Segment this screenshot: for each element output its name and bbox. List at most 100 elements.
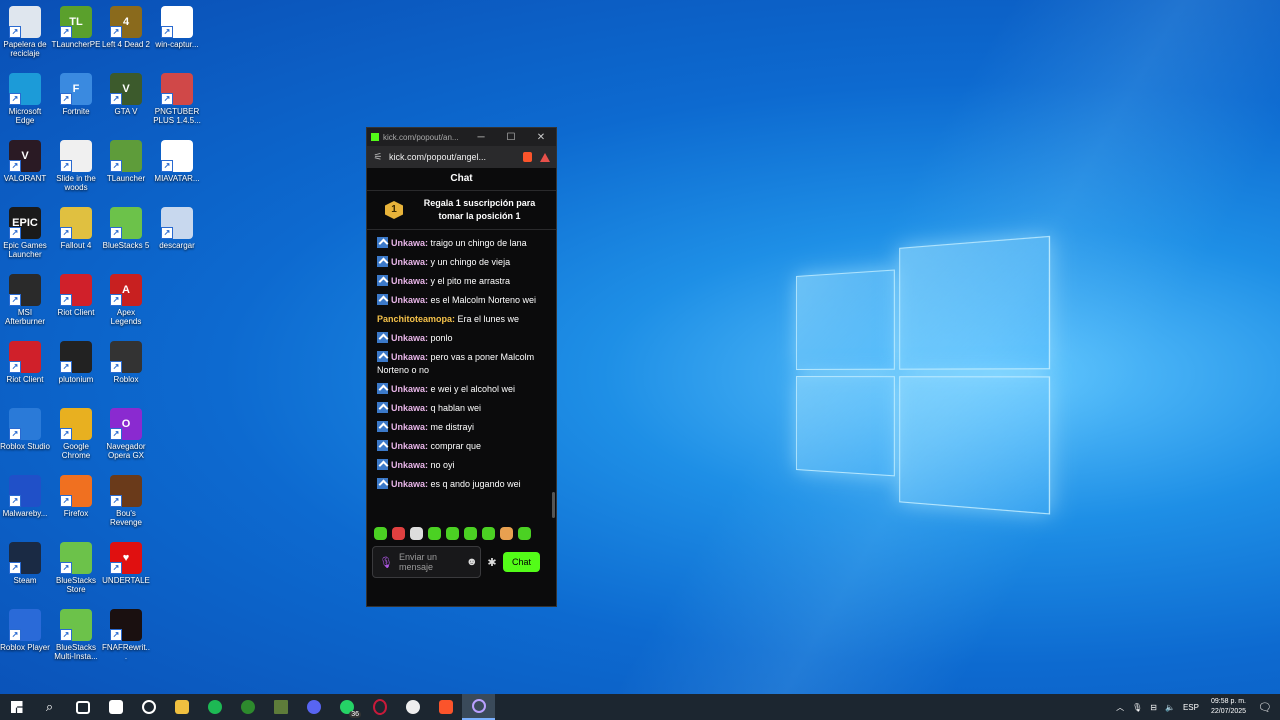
desktop-icon[interactable]: ↗ Google Chrome — [51, 402, 101, 460]
desktop-icon-label: Slide in the woods — [56, 174, 96, 192]
desktop-icon[interactable]: ↗ Riot Client — [0, 335, 50, 384]
chat-input-placeholder[interactable]: Enviar un mensaje — [399, 552, 466, 572]
taskbar-app-discord[interactable] — [297, 694, 330, 720]
desktop-icon[interactable]: ↗ PNGTUBER PLUS 1.4.5... — [152, 67, 202, 125]
title-bar[interactable]: kick.com/popout/an... ─ ☐ ✕ — [367, 128, 556, 146]
task-view-button[interactable] — [66, 694, 99, 720]
desktop-icon[interactable]: 4 ↗ Left 4 Dead 2 — [101, 0, 151, 49]
microphone-icon[interactable]: 🎙 — [379, 556, 393, 569]
desktop-icon[interactable]: ↗ BlueStacks Multi-Insta... — [51, 603, 101, 661]
emote-icon[interactable] — [518, 526, 531, 540]
taskbar-app-brave[interactable] — [429, 694, 462, 720]
send-chat-button[interactable]: Chat — [503, 552, 540, 572]
minimize-button[interactable]: ─ — [466, 132, 496, 143]
desktop-icon[interactable]: ↗ Malwareby... — [0, 469, 50, 518]
desktop-icon[interactable]: V ↗ VALORANT — [0, 134, 50, 183]
start-button[interactable] — [0, 694, 33, 720]
tray-overflow-chevron-icon[interactable]: ︿ — [1116, 702, 1124, 713]
desktop-icon[interactable]: O ↗ Navegador Opera GX — [101, 402, 151, 460]
taskbar-app-opera-gx[interactable] — [363, 694, 396, 720]
desktop-icon[interactable]: V ↗ GTA V — [101, 67, 151, 116]
desktop-icon[interactable]: ✉ ↗ win-captur... — [152, 0, 202, 49]
desktop-icon[interactable]: ↗ descargar — [152, 201, 202, 250]
chat-scrollbar[interactable] — [552, 492, 555, 518]
chat-popout-window[interactable]: kick.com/popout/an... ─ ☐ ✕ ⚟ kick.com/p… — [366, 127, 557, 607]
desktop-icon[interactable]: ↗ Microsoft Edge — [0, 67, 50, 125]
microphone-tray-icon[interactable]: 🎙 — [1132, 703, 1142, 712]
warning-icon[interactable] — [540, 152, 550, 162]
chat-username[interactable]: Unkawa: — [391, 276, 428, 286]
desktop-icon[interactable]: ↗ Fallout 4 — [51, 201, 101, 250]
site-settings-icon[interactable]: ⚟ — [367, 152, 389, 163]
taskbar-app-explorer[interactable] — [165, 694, 198, 720]
taskbar-app-minecraft[interactable] — [264, 694, 297, 720]
chat-username[interactable]: Unkawa: — [391, 352, 428, 362]
chat-username[interactable]: Unkawa: — [391, 403, 428, 413]
emoji-picker-icon[interactable]: ☻ — [466, 556, 480, 568]
chat-username[interactable]: Panchitoteamopa: — [377, 314, 455, 324]
chat-username[interactable]: Unkawa: — [391, 384, 428, 394]
taskbar-app-spotify[interactable] — [198, 694, 231, 720]
chat-settings-gear-icon[interactable]: ✱ — [481, 556, 503, 569]
desktop-icon[interactable]: ↗ BlueStacks 5 — [101, 201, 151, 250]
taskbar-app-obs[interactable] — [396, 694, 429, 720]
desktop-icon[interactable]: ↗ MIAVATAR... — [152, 134, 202, 183]
desktop-icon[interactable]: ↗ Papelera de reciclaje — [0, 0, 50, 58]
desktop-icon[interactable]: EPIC ↗ Epic Games Launcher — [0, 201, 50, 259]
emote-icon[interactable] — [500, 526, 513, 540]
notification-icon[interactable]: 🗨 — [1258, 701, 1272, 714]
chat-username[interactable]: Unkawa: — [391, 460, 428, 470]
desktop-icon[interactable]: ↗ Steam — [0, 536, 50, 585]
desktop-icon[interactable]: ↗ MSI Afterburner — [0, 268, 50, 326]
chat-messages[interactable]: Unkawa: traigo un chingo de lana Unkawa: … — [367, 230, 556, 523]
language-indicator[interactable]: ESP — [1183, 703, 1199, 712]
url-text[interactable]: kick.com/popout/angel... — [389, 152, 523, 162]
desktop-icon[interactable]: ↗ Roblox — [101, 335, 151, 384]
desktop-icon[interactable]: ↗ TLauncher — [101, 134, 151, 183]
desktop-icon[interactable]: ↗ Roblox Player — [0, 603, 50, 652]
desktop-icon[interactable]: A ↗ Apex Legends — [101, 268, 151, 326]
emote-icon[interactable] — [374, 526, 387, 540]
emote-icon[interactable] — [392, 526, 405, 540]
taskbar-app-settings[interactable] — [132, 694, 165, 720]
desktop-icon[interactable]: ↗ Slide in the woods — [51, 134, 101, 192]
chat-username[interactable]: Unkawa: — [391, 441, 428, 451]
desktop-icon[interactable]: ↗ Riot Client — [51, 268, 101, 317]
app-icon: V ↗ — [110, 73, 142, 105]
desktop-icon[interactable]: ♥ ↗ UNDERTALE — [101, 536, 151, 585]
desktop-icon[interactable]: ↗ FNAFRewrit... — [101, 603, 151, 661]
search-button[interactable]: ⌕ — [33, 694, 66, 720]
emote-icon[interactable] — [464, 526, 477, 540]
chat-username[interactable]: Unkawa: — [391, 333, 428, 343]
emote-icon[interactable] — [446, 526, 459, 540]
emote-icon[interactable] — [428, 526, 441, 540]
desktop-icon[interactable]: ↗ plutonium — [51, 335, 101, 384]
taskbar-app-store[interactable] — [99, 694, 132, 720]
chat-username[interactable]: Unkawa: — [391, 257, 428, 267]
chat-username[interactable]: Unkawa: — [391, 295, 428, 305]
address-bar[interactable]: ⚟ kick.com/popout/angel... — [367, 146, 556, 168]
emote-icon[interactable] — [410, 526, 423, 540]
chat-username[interactable]: Unkawa: — [391, 422, 428, 432]
maximize-button[interactable]: ☐ — [496, 132, 526, 143]
sub-gift-promo[interactable]: 1 Regala 1 suscripción para tomar la pos… — [367, 191, 556, 230]
brave-shield-icon[interactable] — [523, 152, 532, 162]
desktop-icon[interactable]: TL ↗ TLauncherPE — [51, 0, 101, 49]
desktop-icon[interactable]: ↗ BlueStacks Store — [51, 536, 101, 594]
desktop-icon[interactable]: ↗ Roblox Studio — [0, 402, 50, 451]
desktop-icon[interactable]: ↗ Firefox — [51, 469, 101, 518]
shortcut-arrow-icon: ↗ — [110, 495, 122, 507]
volume-icon[interactable]: 🔈 — [1165, 703, 1175, 712]
network-icon[interactable]: ⊟ — [1150, 703, 1157, 712]
taskbar-app-xbox[interactable] — [231, 694, 264, 720]
clock[interactable]: 09:58 p. m. 22/07/2025 — [1211, 697, 1246, 717]
close-button[interactable]: ✕ — [526, 132, 556, 143]
desktop-icon[interactable]: F ↗ Fortnite — [51, 67, 101, 116]
emote-icon[interactable] — [482, 526, 495, 540]
chat-username[interactable]: Unkawa: — [391, 479, 428, 489]
taskbar-app-active[interactable] — [462, 694, 495, 720]
chat-input-box[interactable]: 🎙 Enviar un mensaje ☻ — [372, 546, 481, 578]
chat-username[interactable]: Unkawa: — [391, 238, 428, 248]
desktop-icon[interactable]: ↗ Bou's Revenge — [101, 469, 151, 527]
taskbar-app-whatsapp[interactable]: 36 — [330, 694, 363, 720]
